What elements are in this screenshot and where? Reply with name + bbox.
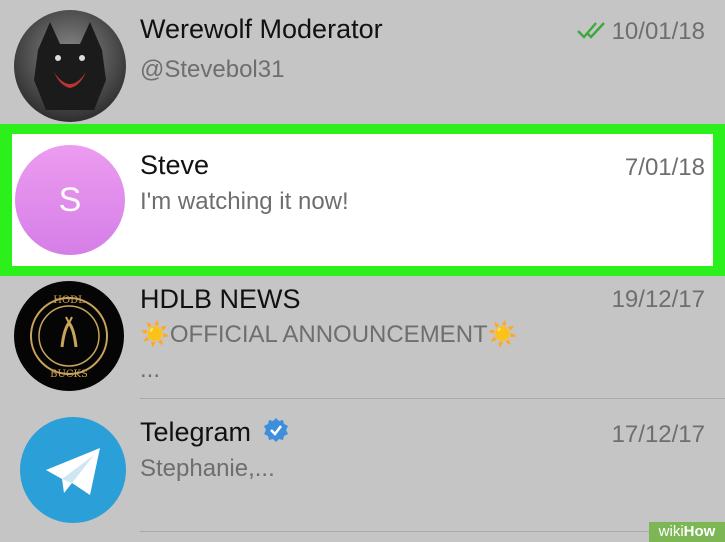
chat-subtitle: @Stevebol31	[140, 56, 285, 83]
chat-message: Stephanie,...	[140, 455, 275, 482]
chat-row-telegram[interactable]: Telegram Stephanie,... 17/12/17	[0, 399, 725, 542]
chat-row-hdlb-news[interactable]: HODL BUCKS HDLB NEWS ☀️OFFICIAL ANNOUNCE…	[0, 276, 725, 398]
chat-name: HDLB NEWS	[140, 284, 301, 314]
avatar-letter: S	[58, 180, 82, 219]
watermark-part1: wiki	[658, 523, 684, 540]
avatar-text-top: HODL	[53, 295, 85, 306]
werewolf-avatar	[14, 10, 126, 122]
chat-date-text: 10/01/18	[611, 18, 705, 45]
chat-divider	[140, 531, 725, 532]
chat-name: Werewolf Moderator	[140, 14, 383, 44]
chat-message: ☀️OFFICIAL ANNOUNCEMENT☀️	[140, 321, 518, 348]
steve-avatar: S	[15, 145, 125, 255]
chat-name-text: Telegram	[140, 417, 252, 447]
chat-date: 10/01/18	[576, 18, 705, 47]
highlight-frame: S Steve I'm watching it now! 7/01/18	[0, 124, 725, 276]
hodl-bucks-avatar: HODL BUCKS	[14, 281, 124, 391]
telegram-avatar	[20, 417, 126, 523]
paper-plane-icon	[46, 448, 100, 495]
watermark-part2: How	[683, 523, 716, 540]
chat-message-line2: ...	[140, 356, 161, 383]
chat-message: I'm watching it now!	[140, 188, 349, 215]
chat-date: 17/12/17	[611, 421, 705, 448]
chat-name: Telegram	[140, 417, 289, 450]
chat-row-werewolf-moderator[interactable]: Werewolf Moderator @Stevebol31 10/01/18	[0, 0, 725, 124]
avatar-text-bottom: BUCKS	[50, 369, 88, 380]
chat-row-steve[interactable]: S Steve I'm watching it now! 7/01/18	[12, 134, 713, 266]
double-check-icon	[576, 19, 610, 47]
chat-name: Steve	[140, 150, 210, 180]
verified-badge-icon	[263, 417, 289, 450]
chat-date: 7/01/18	[624, 154, 705, 181]
wikihow-watermark: wikiHow	[649, 522, 725, 542]
chat-date: 19/12/17	[611, 286, 705, 313]
